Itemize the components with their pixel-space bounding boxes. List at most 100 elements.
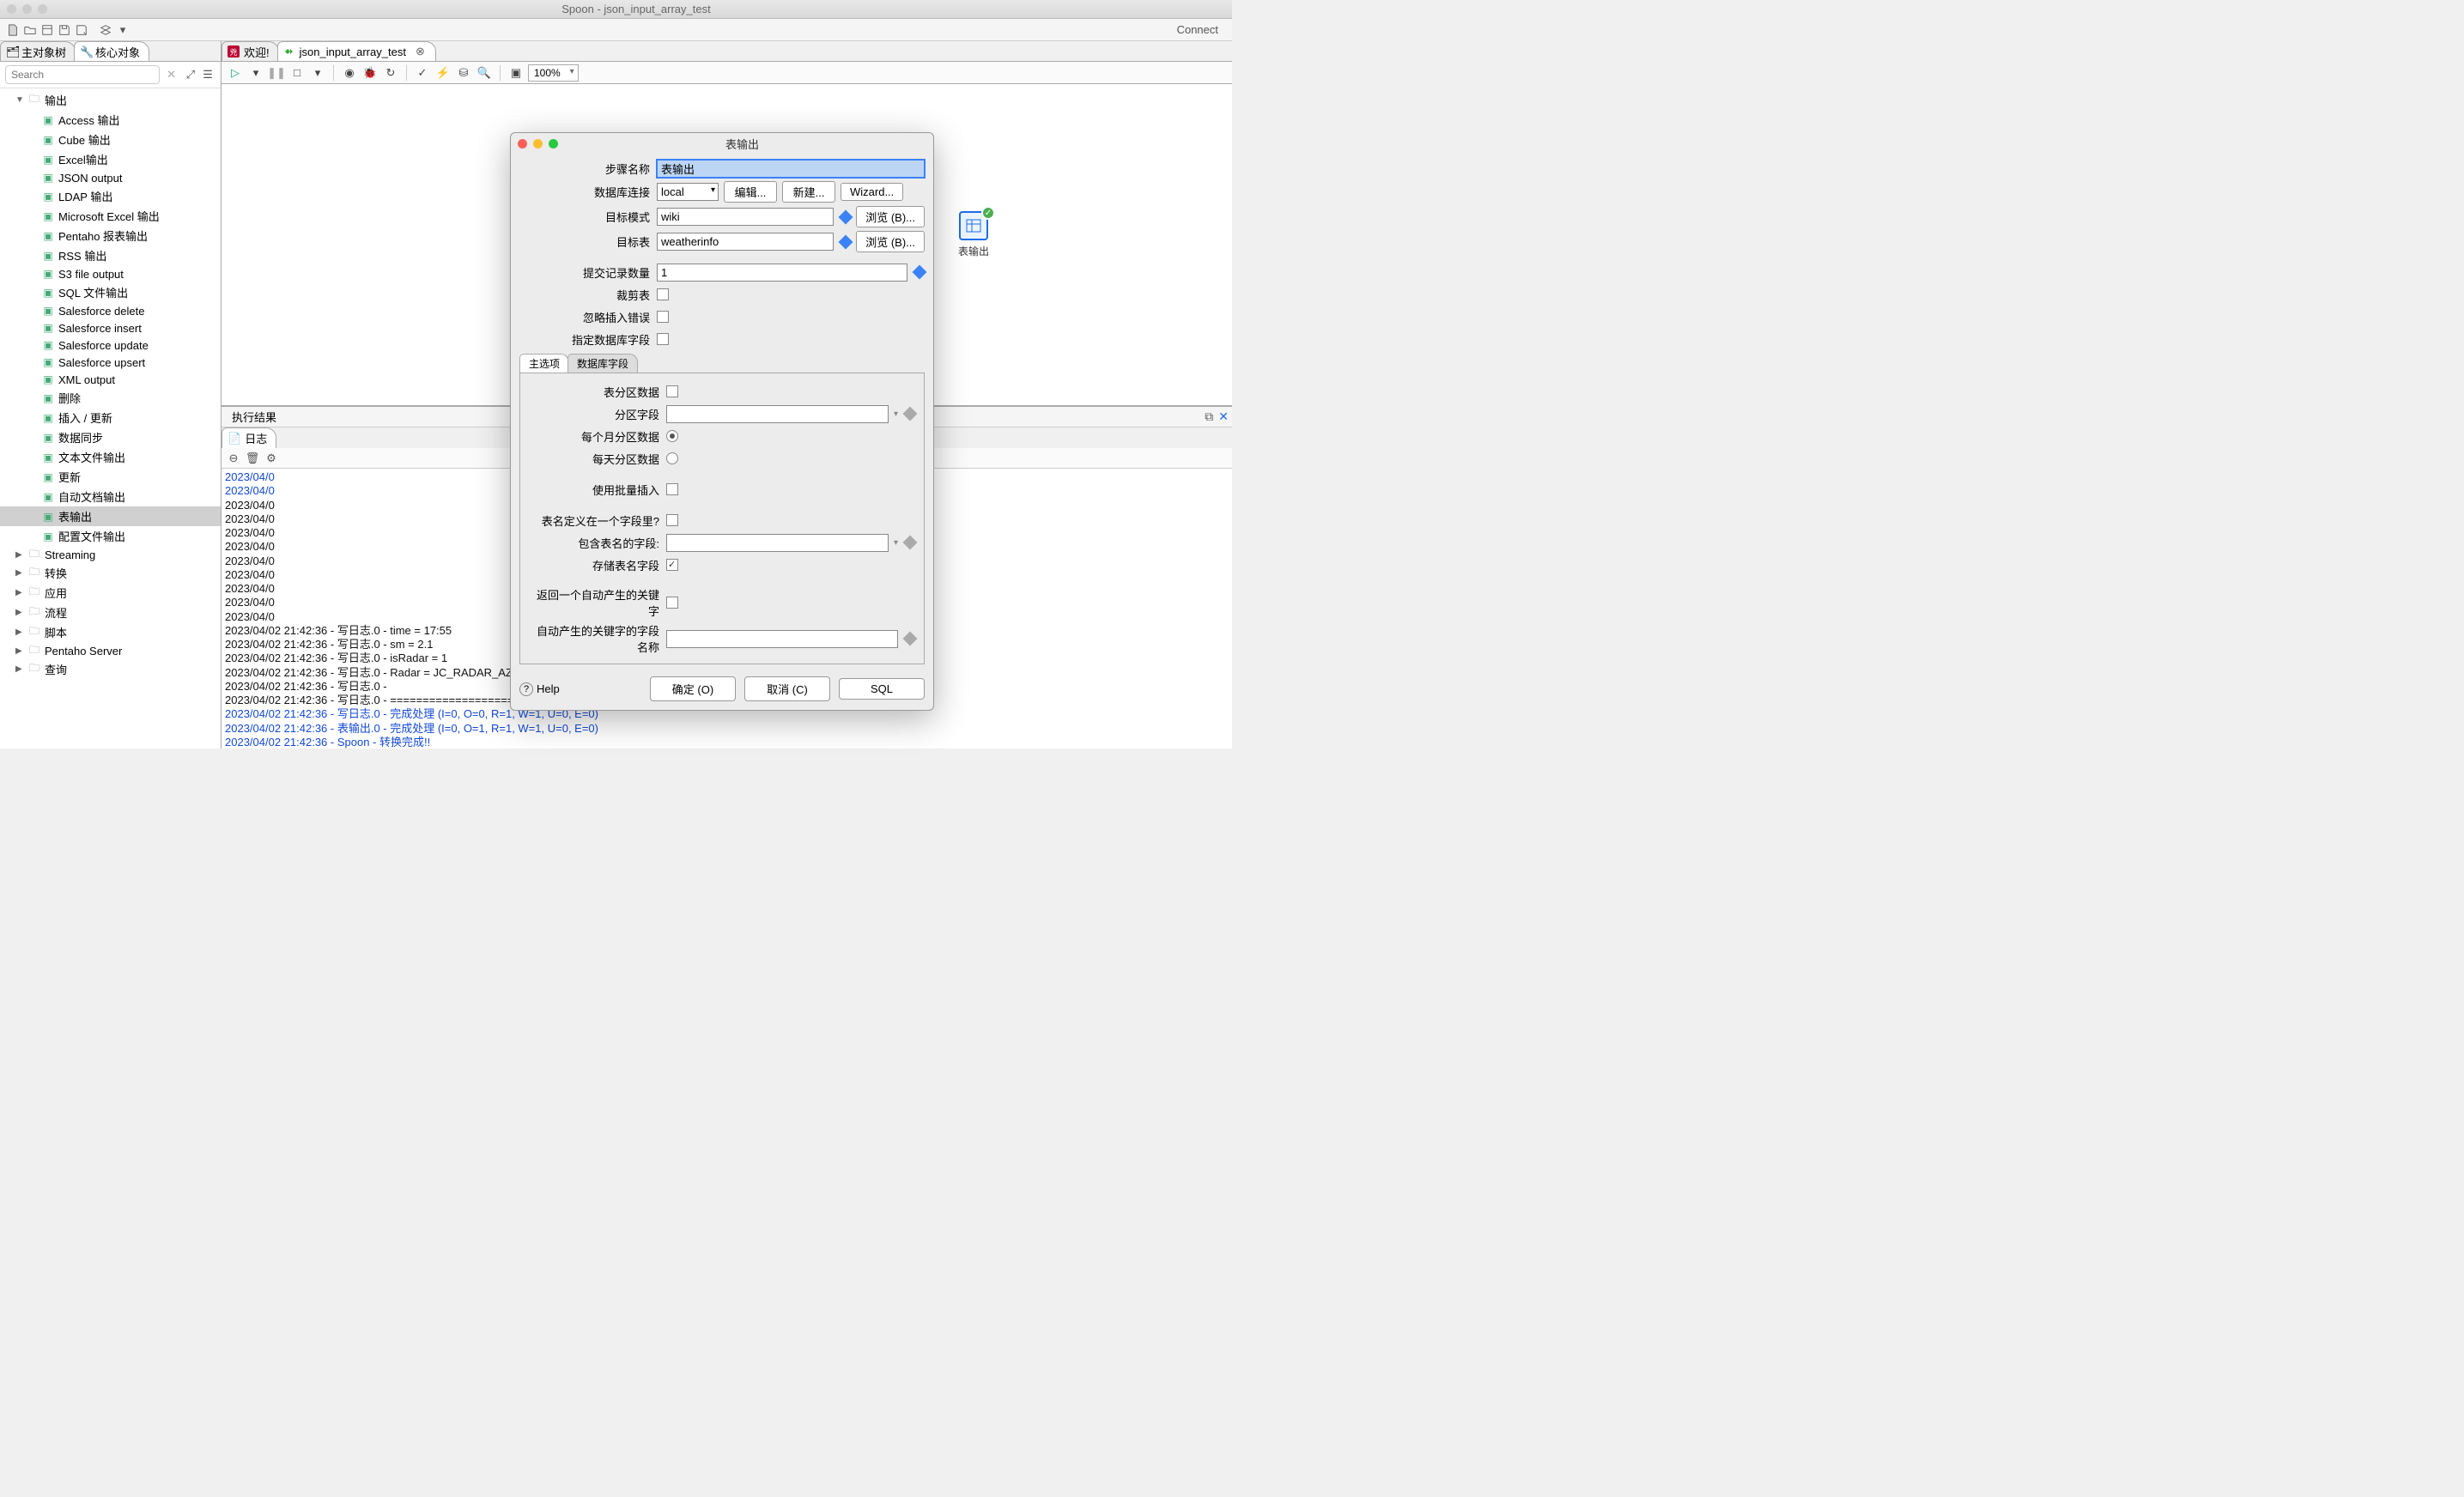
run-options-icon[interactable]: ▾ [247, 64, 264, 82]
daily-partition-radio[interactable] [666, 452, 678, 464]
tab-main-options[interactable]: 主选项 [519, 354, 569, 373]
sql-button[interactable]: SQL [839, 678, 925, 700]
tree-step-item[interactable]: ▣LDAP 输出 [0, 186, 221, 206]
tree-step-item[interactable]: ▣Pentaho 报表输出 [0, 226, 221, 245]
tree-step-item[interactable]: ▣Salesforce upsert [0, 354, 221, 371]
monthly-partition-radio[interactable] [666, 430, 678, 442]
zoom-select[interactable]: 100% [528, 64, 579, 82]
close-panel-icon[interactable]: ✕ [1218, 409, 1229, 424]
tree-step-item[interactable]: ▣SQL 文件输出 [0, 282, 221, 302]
tree-step-item[interactable]: ▣配置文件输出 [0, 526, 221, 546]
minimize-dot[interactable] [22, 4, 32, 14]
stop-icon[interactable]: □ [288, 64, 306, 82]
ok-button[interactable]: 确定 (O) [650, 676, 736, 701]
partition-field-input[interactable] [666, 405, 889, 423]
dialog-zoom-icon[interactable] [549, 139, 558, 148]
tab-log[interactable]: 📄日志 [222, 427, 276, 448]
steps-tree[interactable]: ▼🗀输出 ▣Access 输出▣Cube 输出▣Excel输出▣JSON out… [0, 88, 221, 748]
tree-folder-item[interactable]: ▶🗀流程 [0, 603, 221, 622]
connect-button[interactable]: Connect [1168, 23, 1227, 36]
tree-step-item[interactable]: ▣更新 [0, 467, 221, 487]
target-schema-input[interactable] [657, 208, 834, 226]
sql-icon[interactable]: ⛁ [455, 64, 472, 82]
new-connection-button[interactable]: 新建... [782, 181, 835, 203]
show-results-icon[interactable]: ▣ [507, 64, 525, 82]
close-tab-icon[interactable]: ⊗ [414, 45, 427, 58]
tablename-field-input[interactable] [666, 534, 889, 552]
impact-icon[interactable]: ⚡ [434, 64, 452, 82]
dialog-minimize-icon[interactable] [533, 139, 543, 148]
debug-icon[interactable]: 🐞 [361, 64, 379, 82]
tree-step-item[interactable]: ▣插入 / 更新 [0, 408, 221, 427]
browse-schema-button[interactable]: 浏览 (B)... [856, 206, 925, 227]
save-icon[interactable] [57, 22, 72, 38]
dropdown-icon[interactable]: ▾ [894, 409, 898, 419]
tree-step-item[interactable]: ▣删除 [0, 388, 221, 408]
preview-icon[interactable]: ◉ [341, 64, 358, 82]
tablename-in-field-checkbox[interactable] [666, 514, 678, 526]
verify-icon[interactable]: ✓ [414, 64, 431, 82]
ignore-errors-checkbox[interactable] [657, 311, 669, 323]
replay-icon[interactable]: ↻ [382, 64, 399, 82]
explore-db-icon[interactable]: 🔍 [476, 64, 493, 82]
return-auto-key-checkbox[interactable] [666, 597, 678, 609]
store-tablename-checkbox[interactable] [666, 559, 678, 571]
variable-icon[interactable] [839, 234, 853, 249]
tree-step-item[interactable]: ▣表输出 [0, 506, 221, 526]
explore-icon[interactable] [39, 22, 55, 38]
tree-folder-item[interactable]: ▶🗀Streaming [0, 546, 221, 563]
popout-icon[interactable]: ⧉ [1205, 409, 1213, 424]
tree-folder-item[interactable]: ▶🗀应用 [0, 583, 221, 603]
target-table-input[interactable] [657, 233, 834, 251]
variable-icon[interactable] [839, 209, 853, 224]
tree-step-item[interactable]: ▣RSS 输出 [0, 245, 221, 265]
zoom-dot[interactable] [38, 4, 47, 14]
tree-step-item[interactable]: ▣Salesforce insert [0, 319, 221, 336]
close-dot[interactable] [7, 4, 16, 14]
search-input[interactable] [5, 65, 160, 84]
canvas-step-table-output[interactable]: ✓ 表输出 [953, 211, 994, 258]
tree-step-item[interactable]: ▣数据同步 [0, 427, 221, 447]
perspective-icon[interactable] [98, 22, 113, 38]
save-as-icon[interactable] [74, 22, 89, 38]
tree-step-item[interactable]: ▣XML output [0, 371, 221, 388]
tree-folder-output[interactable]: ▼🗀输出 [0, 90, 221, 110]
step-name-input[interactable] [657, 160, 925, 178]
tab-welcome[interactable]: 兇欢迎! [222, 41, 279, 61]
tab-transformation[interactable]: json_input_array_test⊗ [277, 41, 436, 61]
tab-main-tree[interactable]: 🗂主对象树 [0, 41, 76, 61]
tree-folder-item[interactable]: ▶🗀Pentaho Server [0, 642, 221, 659]
variable-icon[interactable] [903, 632, 918, 646]
log-delete-icon[interactable]: 🗑 [244, 450, 261, 467]
commit-size-input[interactable] [657, 264, 907, 282]
tree-folder-item[interactable]: ▶🗀脚本 [0, 622, 221, 642]
tree-step-item[interactable]: ▣Salesforce update [0, 336, 221, 354]
variable-icon[interactable] [903, 407, 918, 421]
tree-step-item[interactable]: ▣自动文档输出 [0, 487, 221, 506]
tree-step-item[interactable]: ▣JSON output [0, 169, 221, 186]
auto-key-field-input[interactable] [666, 630, 898, 648]
variable-icon[interactable] [913, 265, 927, 280]
tree-folder-item[interactable]: ▶🗀转换 [0, 563, 221, 583]
tree-step-item[interactable]: ▣Salesforce delete [0, 302, 221, 319]
tab-core-objects[interactable]: 🔧核心对象 [74, 41, 149, 61]
tab-db-fields[interactable]: 数据库字段 [567, 354, 638, 373]
open-file-icon[interactable] [22, 22, 38, 38]
edit-connection-button[interactable]: 编辑... [724, 181, 777, 203]
tree-step-item[interactable]: ▣Access 输出 [0, 110, 221, 130]
log-clear-icon[interactable]: ⊖ [225, 450, 242, 467]
specify-fields-checkbox[interactable] [657, 333, 669, 345]
stop-options-icon[interactable]: ▾ [309, 64, 326, 82]
truncate-checkbox[interactable] [657, 288, 669, 300]
variable-icon[interactable] [903, 536, 918, 550]
wizard-button[interactable]: Wizard... [841, 183, 903, 201]
tree-step-item[interactable]: ▣S3 file output [0, 265, 221, 282]
db-connection-select[interactable]: local [657, 183, 719, 201]
expand-all-icon[interactable]: ⤢ [183, 67, 198, 82]
dropdown-icon[interactable]: ▾ [894, 538, 898, 548]
pause-icon[interactable]: ❚❚ [268, 64, 285, 82]
collapse-all-icon[interactable]: ☰ [200, 67, 215, 82]
tree-folder-item[interactable]: ▶🗀查询 [0, 659, 221, 679]
cancel-button[interactable]: 取消 (C) [744, 676, 830, 701]
dialog-titlebar[interactable]: 表输出 [511, 133, 933, 154]
